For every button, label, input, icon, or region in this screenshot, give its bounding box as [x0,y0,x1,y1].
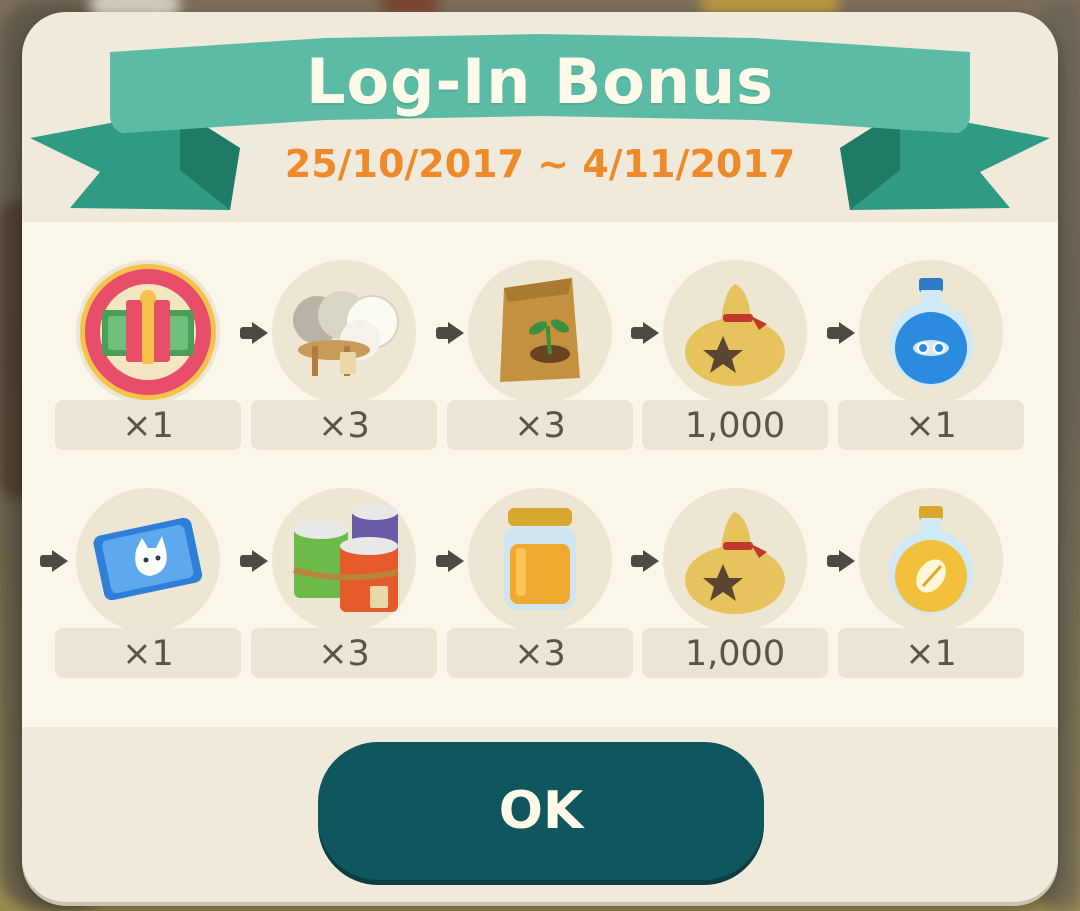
reward-day-6: ×1 [55,488,241,688]
bells-bag-icon [685,512,785,614]
reward-day-4: 1,000 [642,260,828,460]
reward-day-2: ×3 [251,260,437,460]
reward-quantity: ×3 [447,400,633,450]
rewards-row-1: ×1 ×3 ×3 1,000 ×1 [0,260,1080,460]
reward-quantity: ×1 [838,400,1024,450]
reward-quantity: 1,000 [642,400,828,450]
reward-quantity: ×1 [838,628,1024,678]
gold-potion-icon [889,506,973,614]
date-range: 25/10/2017 ~ 4/11/2017 [284,142,796,186]
seed-bag-icon [500,278,580,382]
reward-quantity: ×3 [251,400,437,450]
ok-button[interactable]: OK [318,742,764,880]
reward-quantity: ×3 [251,628,437,678]
blue-potion-icon [889,278,973,386]
reward-quantity: ×1 [55,400,241,450]
reward-day-8: ×3 [447,488,633,688]
reward-day-9: 1,000 [642,488,828,688]
reward-day-3: ×3 [447,260,633,460]
cotton-bundle-icon [293,291,399,376]
canned-food-bundle-icon [293,504,399,612]
dialog-title: Log-In Bonus [305,45,775,118]
rewards-row-2: ×1 ×3 ×3 1,000 ×1 [0,488,1080,688]
reward-quantity: ×1 [55,628,241,678]
reward-day-5: ×1 [838,260,1024,460]
honey-jar-icon [504,508,576,610]
bells-bag-icon [685,284,785,386]
reward-day-1: ×1 [55,260,241,460]
reward-quantity: ×3 [447,628,633,678]
reward-day-10: ×1 [838,488,1024,688]
reward-day-7: ×3 [251,488,437,688]
gift-ticket-icon [80,264,216,400]
cat-card-icon [93,517,203,601]
reward-quantity: 1,000 [642,628,828,678]
